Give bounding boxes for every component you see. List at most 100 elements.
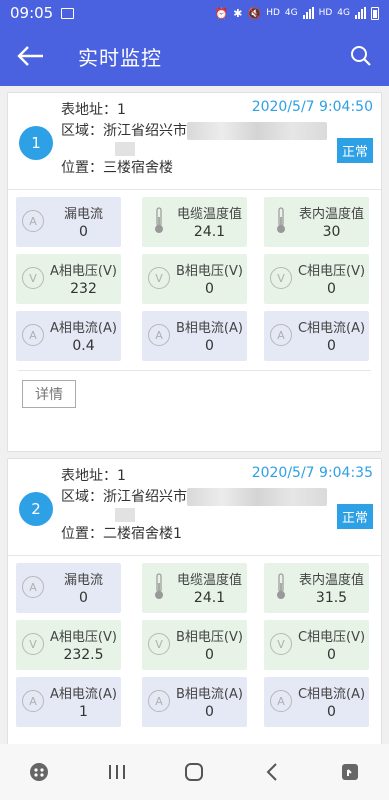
ampere-icon: A [22,324,44,346]
redacted-region-continued [115,142,135,156]
metric-value: 1 [79,704,88,720]
volt-icon: V [22,267,44,289]
search-icon [351,46,371,66]
metric-value: 0 [327,704,336,720]
metric-value: 0 [79,590,88,606]
game-assistant-button[interactable] [19,752,59,792]
location: 位置：三楼宿舍楼 [61,160,173,176]
meter-card[interactable]: 1 表地址：1 区域：浙江省绍兴市 位置：三楼宿舍楼 2020/5/7 9:04… [7,92,382,452]
metric-label: 漏电流 [63,573,103,588]
back-button[interactable] [0,26,60,86]
metric-phase-c-current: A C相电流(A) 0 [264,677,369,727]
thermometer-icon [155,207,163,233]
metric-value: 0 [327,281,336,297]
recent-apps-button[interactable] [97,752,137,792]
region-text: 区域：浙江省绍兴市 [61,489,187,505]
metric-phase-c-current: A C相电流(A) 0 [264,311,369,361]
detail-button[interactable]: 详情 [22,380,76,408]
metric-label: C相电流(A) [297,321,366,336]
volt-icon: V [270,267,292,289]
ampere-icon: A [148,324,170,346]
monitor-list[interactable]: 1 表地址：1 区域：浙江省绍兴市 位置：三楼宿舍楼 2020/5/7 9:04… [0,86,389,744]
metric-label: A相电流(A) [50,321,117,336]
bluetooth-icon: ✱ [233,6,243,20]
thermometer-icon [277,573,285,599]
hd-label-1: HD [266,8,280,18]
metric-phase-a-current: A A相电流(A) 0.4 [16,311,121,361]
card-index-badge: 1 [19,126,53,160]
gamepad-icon [29,763,48,781]
volt-icon: V [270,633,292,655]
metric-value: 0 [205,647,214,663]
touch-icon [342,764,359,780]
volt-icon: V [22,633,44,655]
metric-phase-b-current: A B相电流(A) 0 [142,311,247,361]
metric-value: 0 [205,338,214,354]
metric-label: B相电压(V) [176,630,243,645]
metric-label: A相电流(A) [50,687,117,702]
ampere-icon: A [22,690,44,712]
redacted-region [187,122,327,140]
page-title: 实时监控 [78,45,162,70]
ampere-icon: A [148,690,170,712]
metric-label: 表内温度值 [298,207,364,222]
metric-value: 0 [327,647,336,663]
metric-value: 31.5 [315,590,348,606]
metric-internal-temperature: 表内温度值 31.5 [264,563,369,613]
metric-value: 0 [205,704,214,720]
search-button[interactable] [333,26,389,86]
back-nav-button[interactable] [252,752,292,792]
divider [18,370,371,371]
status-bar: 09:05 ⏰ ✱ 🔇 HD 4G HD 4G [0,0,389,26]
region-row: 区域：浙江省绍兴市 [61,120,327,140]
metric-phase-a-current: A A相电流(A) 1 [16,677,121,727]
volt-icon: V [148,633,170,655]
metric-label: C相电压(V) [297,630,366,645]
arrow-left-icon [17,46,43,66]
metric-value: 232.5 [63,647,104,663]
region-text: 区域：浙江省绍兴市 [61,123,187,139]
network-label-1: 4G [284,8,298,18]
metric-label: A相电压(V) [50,264,117,279]
location: 位置：二楼宿舍楼1 [61,526,182,542]
metric-phase-b-current: A B相电流(A) 0 [142,677,247,727]
metric-leakage-current: A 漏电流 0 [16,197,121,247]
hd-label-2: HD [318,8,333,18]
metric-phase-b-voltage: V B相电压(V) 0 [142,254,247,304]
system-nav-bar [0,744,389,800]
gallery-icon [61,7,75,19]
metric-phase-c-voltage: V C相电压(V) 0 [264,620,369,670]
signal-icon-1 [302,7,314,19]
metric-value: 0 [79,224,88,240]
volt-icon: V [148,267,170,289]
metric-value: 24.1 [193,590,226,606]
metric-internal-temperature: 表内温度值 30 [264,197,369,247]
app-bar: 实时监控 [0,26,389,86]
ampere-icon: A [22,576,44,598]
accessibility-button[interactable] [330,752,370,792]
status-badge: 正常 [336,138,373,163]
ampere-icon: A [270,690,292,712]
metric-phase-a-voltage: V A相电压(V) 232 [16,254,121,304]
signal-icon-2 [355,7,366,19]
update-timestamp: 2020/5/7 9:04:50 [251,99,373,115]
network-label-2: 4G [337,8,350,18]
alarm-icon: ⏰ [214,6,229,20]
metric-label: B相电压(V) [176,264,243,279]
metric-value: 0.4 [72,338,95,354]
redacted-region-continued [115,508,135,522]
update-timestamp: 2020/5/7 9:04:35 [251,465,373,481]
metric-cable-temperature: 电缆温度值 24.1 [142,563,247,613]
metric-label: 电缆温度值 [176,573,242,588]
metric-label: 电缆温度值 [176,207,242,222]
region-row: 区域：浙江省绍兴市 [61,486,327,506]
home-button[interactable] [174,752,214,792]
meter-address: 表地址：1 [61,102,126,118]
redacted-region [187,488,327,506]
home-icon [185,763,204,781]
status-icons: ⏰ ✱ 🔇 HD 4G HD 4G [214,6,379,20]
status-badge: 正常 [336,504,373,529]
metric-phase-a-voltage: V A相电压(V) 232.5 [16,620,121,670]
battery-icon [371,6,379,20]
meter-card[interactable]: 2 表地址：1 区域：浙江省绍兴市 位置：二楼宿舍楼1 2020/5/7 9:0… [7,458,382,744]
